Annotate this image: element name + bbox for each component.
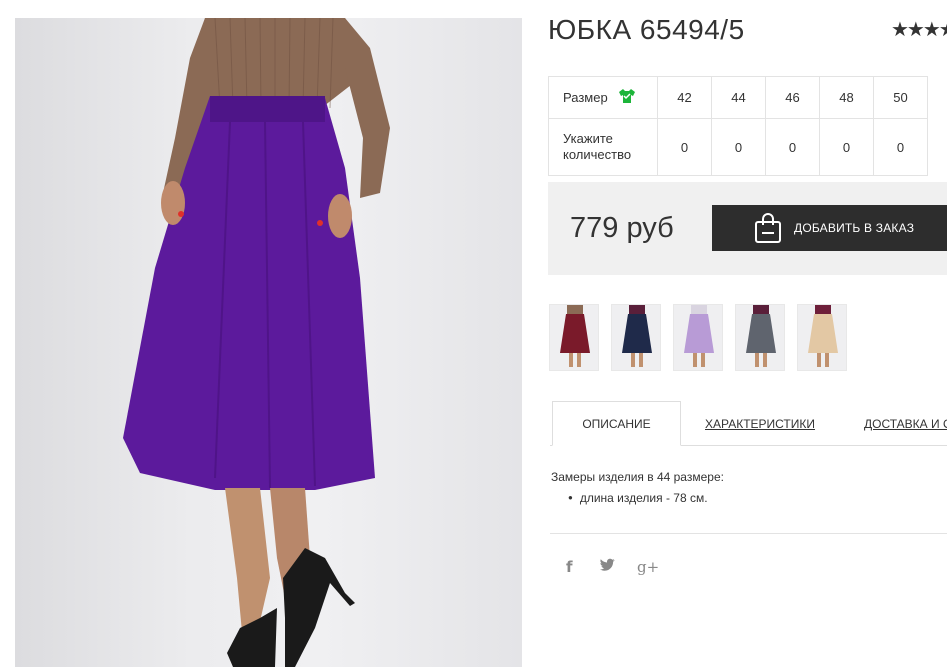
googleplus-share-icon[interactable]: g+ xyxy=(637,558,659,576)
quantity-input-44[interactable]: 0 xyxy=(711,118,766,176)
product-title: ЮБКА 65494/5 xyxy=(548,14,745,45)
twitter-icon[interactable] xyxy=(600,558,616,576)
green-shirt-icon xyxy=(618,88,636,107)
tab-delivery[interactable]: ДОСТАВКА И О xyxy=(864,401,947,446)
facebook-share-icon[interactable]: f xyxy=(566,558,573,576)
quantity-input-48[interactable]: 0 xyxy=(819,118,874,176)
quantity-input-46[interactable]: 0 xyxy=(765,118,820,176)
size-table: Размер 42 44 46 48 50 Укажите количество xyxy=(548,76,928,176)
size-option-48[interactable]: 48 xyxy=(819,76,874,119)
shopping-bag-icon xyxy=(754,213,782,243)
price: 779 руб xyxy=(570,212,674,244)
tab-characteristics[interactable]: ХАРАКТЕРИСТИКИ xyxy=(705,401,815,446)
quantity-label-line1: Укажите xyxy=(563,131,613,146)
thumbnail-grey[interactable] xyxy=(735,304,785,371)
quantity-input-42[interactable]: 0 xyxy=(657,118,712,176)
description-item: длина изделия - 78 см. xyxy=(568,491,708,505)
size-option-44[interactable]: 44 xyxy=(711,76,766,119)
add-to-order-button[interactable]: ДОБАВИТЬ В ЗАКАЗ xyxy=(712,205,947,251)
quantity-row-header: Укажите количество xyxy=(548,118,658,176)
quantity-input-50[interactable]: 0 xyxy=(873,118,928,176)
thumbnail-burgundy[interactable] xyxy=(549,304,599,371)
product-page: ЮБКА 65494/5 ★★★★ Размер 42 44 46 48 xyxy=(0,0,947,667)
section-divider xyxy=(550,533,947,534)
main-product-photo[interactable] xyxy=(15,18,522,667)
size-row: Размер 42 44 46 48 50 xyxy=(548,76,928,119)
tab-description[interactable]: ОПИСАНИЕ xyxy=(552,401,681,446)
size-option-46[interactable]: 46 xyxy=(765,76,820,119)
quantity-row: Укажите количество 0 0 0 0 0 xyxy=(548,118,928,176)
thumbnail-navy[interactable] xyxy=(611,304,661,371)
size-row-header: Размер xyxy=(548,76,658,119)
color-thumbnails xyxy=(549,304,847,371)
quantity-label-line2: количество xyxy=(563,147,632,162)
description-list: длина изделия - 78 см. xyxy=(568,491,708,505)
size-option-42[interactable]: 42 xyxy=(657,76,712,119)
price-bar: 779 руб ДОБАВИТЬ В ЗАКАЗ xyxy=(548,182,947,275)
rating-stars[interactable]: ★★★★ xyxy=(891,17,947,42)
thumbnail-beige[interactable] xyxy=(797,304,847,371)
size-label: Размер xyxy=(563,90,608,105)
thumbnail-lilac[interactable] xyxy=(673,304,723,371)
size-option-50[interactable]: 50 xyxy=(873,76,928,119)
description-intro: Замеры изделия в 44 размере: xyxy=(551,470,724,484)
add-to-order-label: ДОБАВИТЬ В ЗАКАЗ xyxy=(794,221,915,235)
